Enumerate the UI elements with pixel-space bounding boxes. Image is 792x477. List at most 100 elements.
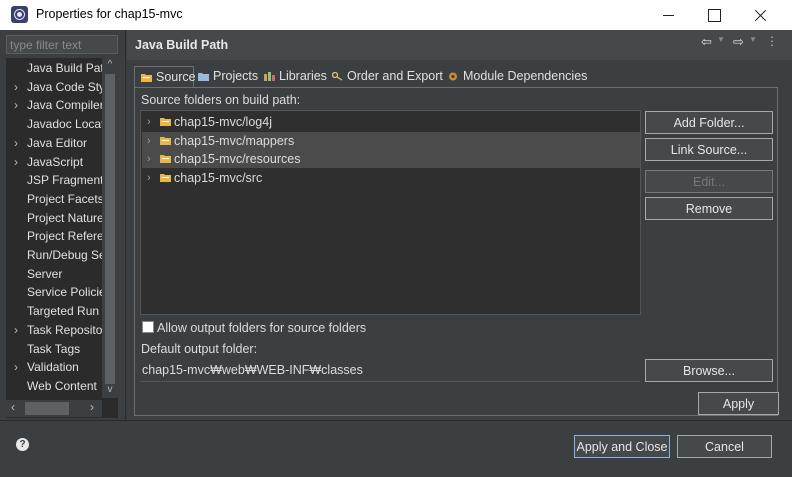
expand-chevron-icon[interactable]: ›	[147, 150, 151, 168]
properties-dialog: Properties for chap15-mvc Java Build Pat…	[0, 0, 792, 477]
help-icon[interactable]: ?	[16, 438, 29, 451]
back-arrow-icon[interactable]: ⇦	[701, 34, 712, 50]
tab-strip: Source Projects Libraries Order and Expo…	[134, 66, 778, 88]
nav-item[interactable]: Server	[6, 265, 102, 284]
source-folder-row[interactable]: › chap15-mvc/src	[142, 169, 640, 187]
back-dropdown-icon[interactable]: ▼	[717, 35, 725, 44]
nav-item[interactable]: Service Policie	[6, 283, 106, 302]
forward-dropdown-icon[interactable]: ▼	[749, 35, 757, 44]
nav-item[interactable]: Project Refere	[6, 227, 104, 246]
nav-item-label: Java Code Sty	[27, 79, 106, 94]
nav-item[interactable]: Project Facets	[6, 190, 104, 209]
expand-chevron-icon[interactable]: ›	[14, 134, 23, 152]
source-folder-tree[interactable]: › chap15-mvc/log4j › chap15-mvc/mappers › cha…	[140, 110, 641, 315]
scroll-thumb[interactable]	[105, 74, 115, 384]
filter-input[interactable]	[6, 35, 118, 54]
view-menu-icon[interactable]: ⋮	[766, 34, 778, 48]
default-output-label: Default output folder:	[141, 342, 258, 356]
allow-output-label: Allow output folders for source folders	[157, 321, 367, 335]
expand-chevron-icon[interactable]: ›	[14, 153, 23, 171]
nav-item[interactable]: › Task Reposito	[6, 321, 102, 340]
source-folder-icon	[160, 118, 171, 126]
tab-label: Source	[156, 70, 196, 84]
nav-item[interactable]: › Java Editor	[6, 134, 102, 153]
source-folder-row[interactable]: › chap15-mvc/mappers	[142, 131, 640, 150]
nav-item-label: JSP Fragment	[27, 173, 104, 188]
order-export-icon	[332, 72, 343, 81]
expand-chevron-icon[interactable]: ›	[14, 96, 23, 114]
libraries-icon	[264, 72, 275, 81]
expand-chevron-icon[interactable]: ›	[14, 358, 23, 376]
pane-divider[interactable]	[125, 30, 126, 420]
remove-button[interactable]: Remove	[645, 197, 773, 220]
scroll-up-icon[interactable]: ^	[105, 59, 115, 70]
nav-item[interactable]: Task Tags	[6, 340, 102, 359]
page-title: Java Build Path	[135, 38, 229, 52]
nav-item-label: Run/Debug Se	[27, 248, 106, 262]
tree-vertical-scrollbar[interactable]: ^ v	[102, 58, 118, 398]
nav-item-label: Project Nature	[27, 210, 104, 225]
module-icon	[449, 72, 457, 81]
nav-item[interactable]: Javadoc Locat	[6, 115, 105, 134]
tab-source[interactable]: Source	[134, 66, 196, 88]
tab-module-dependencies[interactable]: Module Dependencies	[448, 66, 590, 87]
expand-chevron-icon[interactable]: ›	[14, 78, 23, 96]
nav-item-label: Service Policie	[27, 285, 106, 300]
browse-button[interactable]: Browse...	[645, 359, 773, 382]
default-output-field[interactable]: chap15-mvc₩web₩WEB-INF₩classes	[140, 360, 640, 382]
tab-libraries[interactable]: Libraries	[264, 66, 328, 87]
tab-projects[interactable]: Projects	[198, 66, 260, 87]
expand-chevron-icon[interactable]: ›	[147, 113, 151, 131]
nav-item-label: Javadoc Locat	[27, 117, 105, 132]
nav-item[interactable]: JSP Fragment	[6, 171, 104, 190]
expand-chevron-icon[interactable]: ›	[14, 321, 23, 339]
maximize-button[interactable]	[692, 0, 738, 30]
source-folder-label: chap15-mvc/src	[174, 170, 263, 185]
scroll-left-icon[interactable]: ‹	[11, 400, 15, 414]
scroll-thumb-horizontal[interactable]	[25, 402, 69, 415]
apply-and-close-button[interactable]: Apply and Close	[574, 435, 670, 458]
nav-item[interactable]: Targeted Run	[6, 302, 102, 321]
nav-item[interactable]: Web Content	[6, 377, 102, 396]
nav-item-label: Project Refere	[27, 229, 104, 244]
nav-item-label: Targeted Run	[27, 304, 100, 319]
forward-arrow-icon[interactable]: ⇨	[733, 34, 744, 50]
nav-item-label: Project Facets	[27, 191, 104, 206]
nav-item[interactable]: › Java Compiler	[6, 96, 104, 115]
nav-item[interactable]: › Validation	[6, 358, 102, 377]
add-folder-button[interactable]: Add Folder...	[645, 111, 773, 134]
nav-item[interactable]: Run/Debug Se	[6, 246, 106, 265]
page-header: Java Build Path ⇦ ▼ ⇨ ▼ ⋮	[127, 30, 792, 60]
tab-order-export[interactable]: Order and Export	[332, 66, 444, 87]
scroll-right-icon[interactable]: ›	[90, 400, 94, 414]
nav-item-label: Java Compiler	[27, 98, 104, 113]
title-bar: Properties for chap15-mvc	[0, 0, 792, 30]
source-folder-label: chap15-mvc/mappers	[174, 133, 295, 148]
nav-item[interactable]: Project Nature	[6, 209, 104, 228]
allow-output-checkbox[interactable]	[142, 321, 154, 333]
nav-item-label: Web Content	[27, 378, 97, 393]
close-button[interactable]	[738, 0, 784, 30]
source-folders-heading: Source folders on build path:	[141, 93, 301, 107]
source-folder-label: chap15-mvc/log4j	[174, 115, 272, 129]
minimize-button[interactable]	[646, 0, 692, 30]
nav-item-label: Task Tags	[27, 341, 81, 356]
nav-item[interactable]: › JavaScript	[6, 153, 102, 172]
nav-item[interactable]: › Java Code Sty	[6, 78, 106, 97]
expand-chevron-icon[interactable]: ›	[147, 132, 151, 150]
cancel-button[interactable]: Cancel	[677, 435, 772, 458]
link-source-button[interactable]: Link Source...	[645, 138, 773, 161]
nav-item[interactable]: Java Build Pat	[6, 59, 104, 78]
eclipse-icon	[11, 6, 28, 23]
projects-icon	[198, 73, 209, 81]
tree-horizontal-scrollbar[interactable]: ‹ ›	[6, 400, 102, 417]
source-folder-icon	[160, 173, 171, 182]
scroll-down-icon[interactable]: v	[105, 384, 115, 395]
source-folder-row[interactable]: › chap15-mvc/log4j	[142, 113, 640, 131]
bottom-separator	[0, 420, 792, 421]
apply-button[interactable]: Apply	[698, 392, 779, 415]
source-folder-row[interactable]: › chap15-mvc/resources	[142, 150, 640, 169]
edit-button[interactable]: Edit...	[645, 170, 773, 193]
expand-chevron-icon[interactable]: ›	[147, 169, 151, 187]
nav-item-label: JavaScript	[27, 154, 84, 169]
